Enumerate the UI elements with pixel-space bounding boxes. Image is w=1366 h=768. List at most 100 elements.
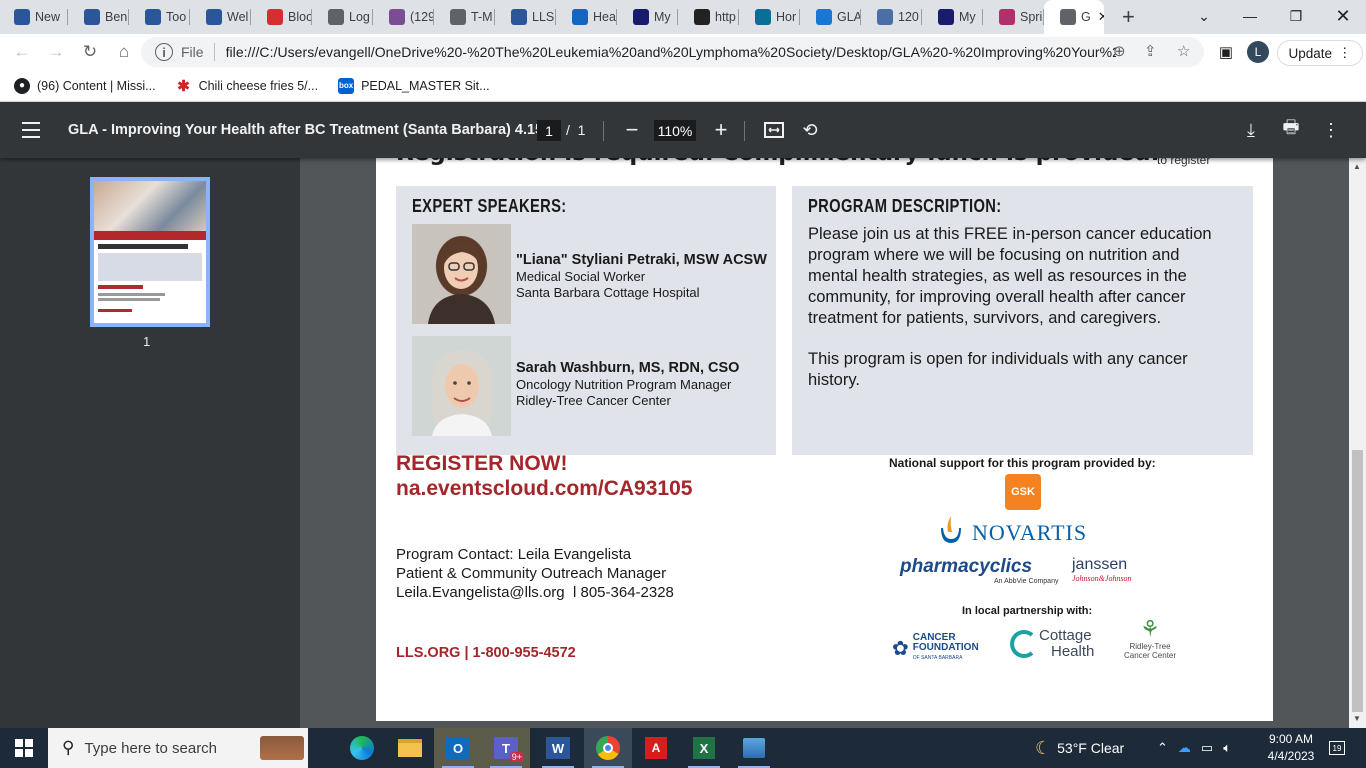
description-panel: PROGRAM DESCRIPTION: Please join us at t… (792, 186, 1253, 455)
word-icon (511, 9, 527, 25)
browser-tab[interactable]: 120 (861, 0, 922, 34)
notification-center-icon[interactable]: 19 (1324, 728, 1350, 768)
pdf-more-icon[interactable]: ⋮ (1319, 118, 1343, 142)
contact-line: Program Contact: Leila Evangelista (396, 546, 632, 563)
browser-tab[interactable]: T-M (434, 0, 495, 34)
to-register-text: to register (1157, 158, 1211, 167)
restore-button[interactable]: ❐ (1273, 0, 1319, 32)
bookmarks-bar: ● (96) Content | Missi... ✱ Chili cheese f… (0, 70, 1366, 102)
word-icon[interactable]: W (534, 728, 582, 768)
reload-button[interactable]: ↻ (74, 36, 106, 68)
janssen-logo: janssen Johnson&Johnson (1072, 556, 1132, 583)
weather-text: 53°F Clear (1057, 740, 1125, 756)
browser-tab[interactable]: (129 (373, 0, 434, 34)
browser-tab[interactable]: Hea (556, 0, 617, 34)
browser-tab[interactable]: Bloo (251, 0, 312, 34)
browser-tab[interactable]: LLS (495, 0, 556, 34)
cancer-foundation-icon: ✿ (892, 637, 909, 660)
close-window-button[interactable]: ✕ (1320, 0, 1366, 32)
bookmark-star-icon[interactable]: ☆ (1177, 42, 1190, 60)
taskbar-search[interactable]: ⚲ Type here to search (48, 728, 308, 768)
tab-search-icon[interactable]: ⌄ (1181, 0, 1227, 32)
bookmark-content-missi[interactable]: ● (96) Content | Missi... (14, 77, 156, 94)
cottage-health-logo: Cottage Health (1010, 628, 1094, 660)
bookmark-label: (96) Content | Missi... (37, 78, 156, 93)
minimize-button[interactable]: — (1227, 0, 1273, 32)
edge-icon[interactable] (338, 728, 386, 768)
speaker-org: Santa Barbara Cottage Hospital (516, 285, 700, 300)
teams-icon[interactable]: T 9+ (482, 728, 530, 768)
scroll-down-icon[interactable]: ▼ (1353, 714, 1361, 723)
page-thumbnail[interactable] (90, 177, 210, 327)
rotate-icon[interactable]: ⟲ (798, 118, 822, 142)
browser-tab[interactable]: My (922, 0, 983, 34)
contact-block: Program Contact: Leila Evangelista Patie… (396, 545, 674, 602)
vertical-scrollbar[interactable]: ▲ ▼ (1349, 158, 1366, 728)
taskbar-clock[interactable]: 9:00 AM 4/4/2023 (1260, 731, 1322, 765)
outlook-icon[interactable]: O (434, 728, 482, 768)
url-scheme-label: File (181, 44, 204, 60)
page-total: 1 (577, 122, 586, 138)
site-info-icon[interactable]: i (155, 43, 173, 61)
page-separator: / (566, 122, 570, 138)
excel-icon[interactable]: X (680, 728, 728, 768)
zoom-in-icon[interactable]: + (709, 117, 733, 142)
share-icon[interactable]: ⇪ (1144, 42, 1157, 60)
back-button[interactable]: ← (6, 36, 38, 68)
browser-tab[interactable]: http (678, 0, 739, 34)
acrobat-icon[interactable]: A (632, 728, 680, 768)
browser-tab[interactable]: My (617, 0, 678, 34)
cf-line: FOUNDATION (912, 642, 979, 653)
bookmark-chili-cheese[interactable]: ✱ Chili cheese fries 5/... (176, 78, 318, 95)
home-button[interactable]: ⌂ (108, 36, 140, 68)
photos-icon[interactable] (730, 728, 778, 768)
speakers-heading: EXPERT SPEAKERS: (412, 196, 567, 216)
chrome-icon[interactable] (584, 728, 632, 768)
profile-button[interactable]: L (1246, 37, 1270, 67)
network-icon[interactable]: ▭ (1201, 740, 1213, 756)
browser-tab[interactable]: Ben (68, 0, 129, 34)
onedrive-icon[interactable]: ☁ (1178, 740, 1191, 756)
forward-button[interactable]: → (40, 36, 72, 68)
zoom-out-icon[interactable]: − (620, 117, 644, 142)
browser-tab[interactable]: New (0, 0, 68, 34)
pharmacyclics-subtitle: An AbbVie Company (994, 578, 1059, 585)
browser-tab[interactable]: Spri (983, 0, 1044, 34)
scroll-up-icon[interactable]: ▲ (1353, 162, 1361, 171)
page-number-input[interactable]: 1 (537, 120, 561, 141)
windows-start-icon[interactable] (0, 728, 48, 768)
bookmark-pedal-master[interactable]: box PEDAL_MASTER Sit... (338, 77, 490, 94)
print-icon[interactable]: 🖶 (1279, 117, 1303, 142)
browser-tab[interactable]: Wel (190, 0, 251, 34)
pdf-viewer[interactable]: Registration is required. Complimentary … (300, 158, 1349, 728)
show-hidden-icons-icon[interactable]: ⌃ (1157, 740, 1168, 756)
contact-line: Patient & Community Outreach Manager (396, 565, 667, 582)
download-icon[interactable]: ⤓ (1239, 118, 1263, 142)
volume-icon[interactable]: 🔈︎ (1223, 740, 1231, 756)
browser-tab[interactable]: Hor (739, 0, 800, 34)
browser-tab[interactable]: Too (129, 0, 190, 34)
weather-widget[interactable]: ☾ 53°F Clear (1035, 728, 1124, 768)
browser-tab-strip: New Ben Too Wel Bloo Log (129 T-M LLS Hea My http Ho… (0, 0, 1366, 34)
zoom-icon[interactable]: ⊕ (1113, 42, 1126, 60)
gsk-logo: GSK (1005, 474, 1041, 510)
browser-tab[interactable]: G ✕ (1044, 0, 1104, 34)
side-panel-icon[interactable]: ▣ (1214, 37, 1238, 67)
zoom-level-input[interactable]: 110% (654, 120, 696, 141)
browser-tab[interactable]: Log (312, 0, 373, 34)
novartis-flame-icon (941, 516, 961, 543)
word-icon (145, 9, 161, 25)
scrollbar-thumb[interactable] (1352, 450, 1363, 712)
update-button[interactable]: Update ⋮ (1277, 40, 1363, 66)
file-explorer-icon[interactable] (386, 728, 434, 768)
globe-icon (450, 9, 466, 25)
omnibox[interactable]: i File file:///C:/Users/evangell/OneDriv… (141, 37, 1204, 67)
fit-page-icon[interactable] (762, 118, 786, 142)
url-text[interactable]: file:///C:/Users/evangell/OneDrive%20-%2… (226, 44, 1116, 60)
register-url-link[interactable]: na.eventscloud.com/CA93105 (396, 476, 692, 501)
national-support-heading: National support for this program provid… (889, 456, 1156, 470)
hamburger-menu-icon[interactable] (22, 122, 40, 138)
close-tab-icon[interactable]: ✕ (1098, 9, 1104, 25)
new-tab-button[interactable]: + (1122, 4, 1146, 30)
browser-tab[interactable]: GLA (800, 0, 861, 34)
